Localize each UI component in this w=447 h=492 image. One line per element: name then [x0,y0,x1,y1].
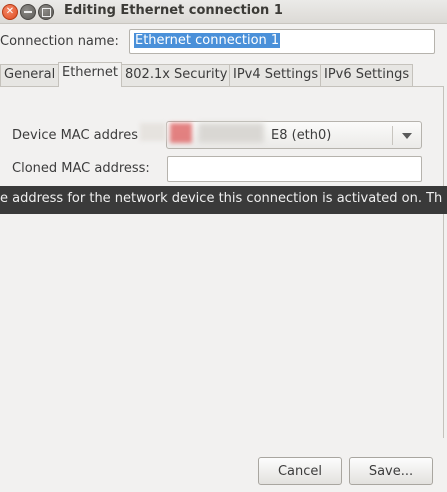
connection-name-input[interactable]: Ethernet connection 1 [129,29,435,54]
tab-bar: General Ethernet 802.1x Security IPv4 Se… [0,62,447,87]
connection-name-label: Connection name: [0,34,119,49]
tab-general[interactable]: General [0,64,60,86]
cloned-mac-input[interactable] [167,156,422,182]
maximize-icon[interactable] [38,4,54,20]
window-title: Editing Ethernet connection 1 [64,3,283,18]
close-icon[interactable]: ✕ [2,4,18,20]
chevron-down-icon[interactable] [402,133,412,139]
redaction-blur [140,123,166,141]
connection-name-value: Ethernet connection 1 [134,33,281,48]
title-bar: ✕ Editing Ethernet connection 1 [0,0,447,24]
tab-802-1x-security[interactable]: 802.1x Security [121,64,232,86]
minimize-icon[interactable] [20,4,36,20]
tab-ipv6-settings[interactable]: IPv6 Settings [320,64,414,86]
save-button[interactable]: Save... [349,457,433,485]
device-mac-label: Device MAC addres [12,128,138,143]
redaction-blur [170,123,192,143]
tab-ipv4-settings[interactable]: IPv4 Settings [229,64,323,86]
redaction-blur [198,123,264,143]
combo-separator [392,126,393,145]
cancel-button[interactable]: Cancel [258,457,342,485]
device-mac-value: E8 (eth0) [271,128,332,143]
tab-ethernet[interactable]: Ethernet [58,62,122,87]
tooltip: e address for the network device this co… [0,186,447,214]
cloned-mac-label: Cloned MAC address: [12,161,150,176]
